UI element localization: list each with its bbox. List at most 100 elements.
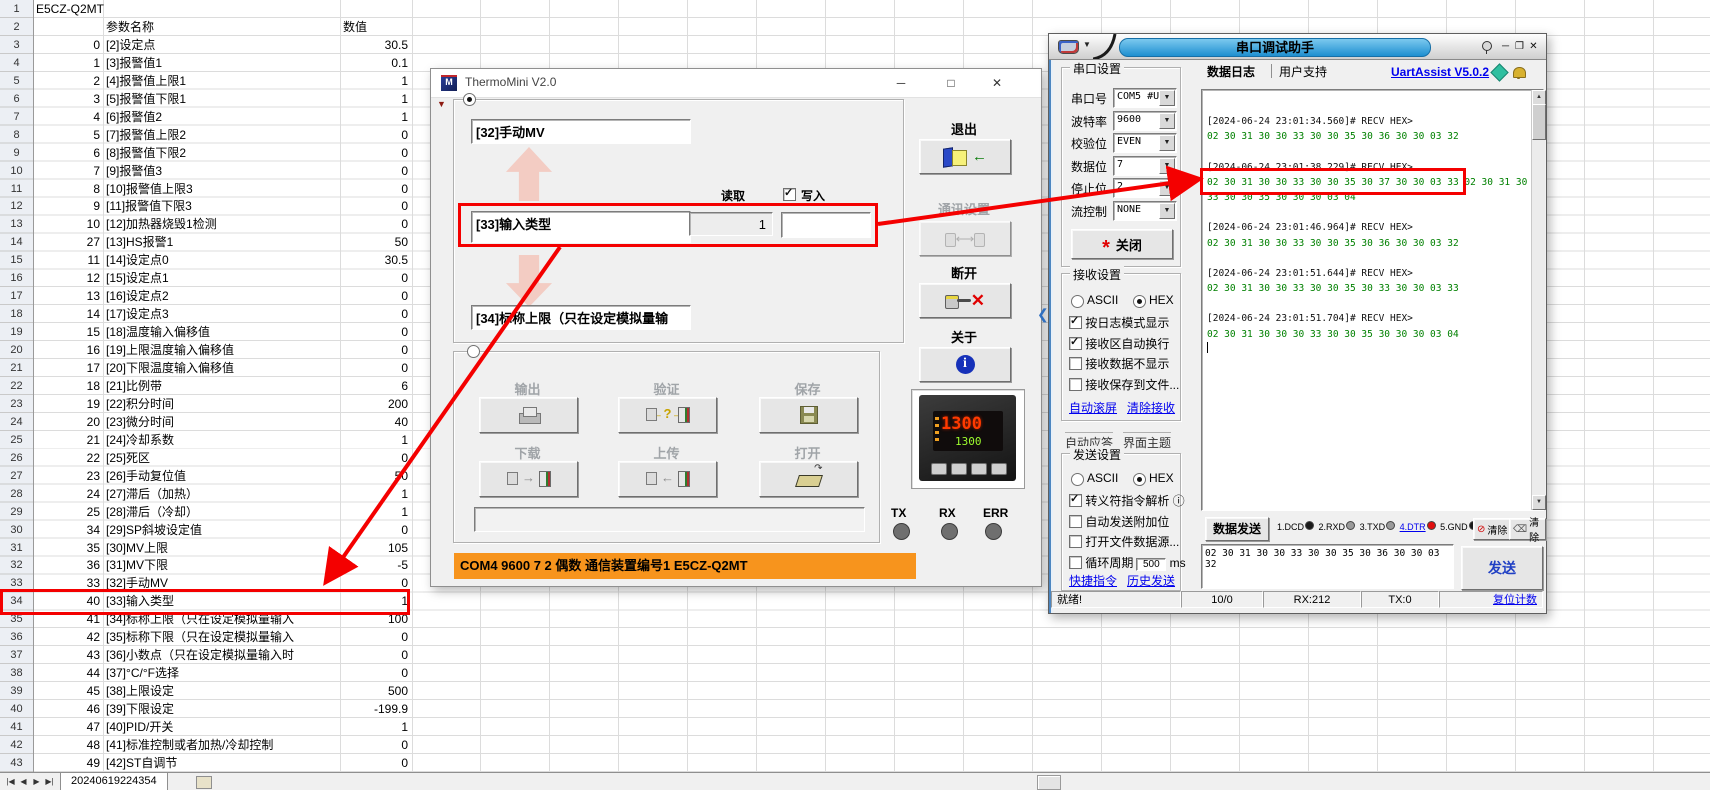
- row-number[interactable]: 24: [0, 413, 33, 431]
- cell-param-value[interactable]: 30.5: [304, 251, 408, 269]
- row-number[interactable]: 34: [0, 592, 33, 610]
- cell-param-value[interactable]: 0: [304, 664, 408, 682]
- cell-param-value[interactable]: 1: [304, 718, 408, 736]
- sheet-nav-icon[interactable]: ▶: [30, 773, 43, 790]
- serial-setting-dropdown[interactable]: 9600▼: [1113, 111, 1177, 131]
- send-data-input[interactable]: 02 30 31 30 30 33 30 30 35 30 36 30 30 0…: [1201, 544, 1454, 589]
- cell-param-index[interactable]: 4: [34, 108, 100, 126]
- close-button[interactable]: ✕: [1527, 39, 1540, 54]
- side-button-about[interactable]: i: [919, 347, 1011, 382]
- cell-param-index[interactable]: 25: [34, 503, 100, 521]
- row-number[interactable]: 8: [0, 126, 33, 144]
- scroll-up-icon[interactable]: ▲: [1532, 90, 1546, 105]
- side-button-comm-settings[interactable]: ⟷: [919, 221, 1011, 256]
- row-number[interactable]: 25: [0, 431, 33, 449]
- row-number[interactable]: 21: [0, 359, 33, 377]
- cell-param-index[interactable]: 42: [34, 628, 100, 646]
- column-header-value[interactable]: 数值: [343, 18, 367, 36]
- cell-param-value[interactable]: 1: [304, 108, 408, 126]
- cell-param-index[interactable]: 22: [34, 449, 100, 467]
- checkbox-unchecked[interactable]: [1069, 357, 1082, 370]
- cell-param-index[interactable]: 0: [34, 36, 100, 54]
- cell-param-index[interactable]: 27: [34, 233, 100, 251]
- cell-param-value[interactable]: 0: [304, 736, 408, 754]
- radio-ascii[interactable]: [1071, 473, 1084, 486]
- cell-param-value[interactable]: 0: [304, 269, 408, 287]
- cell-param-value[interactable]: -5: [304, 556, 408, 574]
- row-number[interactable]: 27: [0, 467, 33, 485]
- cell-param-value[interactable]: 0: [304, 359, 408, 377]
- cell-param-index[interactable]: 15: [34, 323, 100, 341]
- row-number[interactable]: 42: [0, 736, 33, 754]
- row-number[interactable]: 41: [0, 718, 33, 736]
- close-port-button[interactable]: * 关闭: [1071, 229, 1173, 259]
- cell-param-index[interactable]: 47: [34, 718, 100, 736]
- cell-param-index[interactable]: 36: [34, 556, 100, 574]
- read-value-field[interactable]: 1: [689, 212, 773, 236]
- cell-param-index[interactable]: 45: [34, 682, 100, 700]
- cell-param-value[interactable]: 0: [304, 215, 408, 233]
- cell-param-value[interactable]: 40: [304, 413, 408, 431]
- serial-setting-dropdown[interactable]: COM5 #USB▼: [1113, 88, 1177, 108]
- link-0[interactable]: 自动滚屏: [1069, 399, 1117, 416]
- minimize-button[interactable]: ─: [1499, 39, 1512, 54]
- radio-hex[interactable]: [1133, 295, 1146, 308]
- cell-param-index[interactable]: 6: [34, 144, 100, 162]
- scrollbar-thumb[interactable]: [1532, 104, 1546, 140]
- cell-param-index[interactable]: 23: [34, 467, 100, 485]
- cell-param-value[interactable]: 0: [304, 341, 408, 359]
- maximize-button[interactable]: ❐: [1513, 39, 1526, 54]
- row-number[interactable]: 10: [0, 162, 33, 180]
- cell-param-value[interactable]: 6: [304, 377, 408, 395]
- info-icon[interactable]: ⓘ: [1169, 494, 1184, 508]
- link-1[interactable]: 清除接收: [1127, 399, 1175, 416]
- cell-param-index[interactable]: 20: [34, 413, 100, 431]
- collapse-chevron-icon[interactable]: ❮: [1037, 306, 1049, 323]
- sheet-nav-icon[interactable]: ◀: [17, 773, 30, 790]
- cell-param-value[interactable]: 0: [304, 574, 408, 592]
- minimize-button[interactable]: ─: [884, 73, 918, 93]
- cell-param-index[interactable]: 24: [34, 485, 100, 503]
- sheet-tab[interactable]: 20240619224354: [60, 773, 168, 790]
- cell-param-index[interactable]: 48: [34, 736, 100, 754]
- link-0[interactable]: 快捷指令: [1069, 572, 1117, 589]
- cell-param-value[interactable]: 0: [304, 144, 408, 162]
- row-number[interactable]: 2: [0, 18, 33, 36]
- cell-param-value[interactable]: 0: [304, 323, 408, 341]
- action-button-download[interactable]: →: [479, 461, 578, 497]
- cell-param-value[interactable]: 0: [304, 521, 408, 539]
- chevron-down-icon[interactable]: ▼: [1159, 135, 1175, 151]
- row-number[interactable]: 15: [0, 251, 33, 269]
- sheet-nav-buttons[interactable]: |◀◀▶▶|: [4, 773, 56, 790]
- scroll-down-icon[interactable]: ▼: [1532, 495, 1546, 510]
- cell-param-value[interactable]: 0: [304, 754, 408, 772]
- radio-hex[interactable]: [1133, 473, 1146, 486]
- gem-icon[interactable]: [1490, 63, 1508, 81]
- clear-button-1[interactable]: ⌫清除: [1509, 518, 1546, 540]
- row-number[interactable]: 13: [0, 215, 33, 233]
- row-number[interactable]: 16: [0, 269, 33, 287]
- cell-param-index[interactable]: 5: [34, 126, 100, 144]
- cell-param-index[interactable]: 44: [34, 664, 100, 682]
- checkbox-unchecked[interactable]: [1069, 556, 1082, 569]
- row-number[interactable]: 40: [0, 700, 33, 718]
- cell-param-index[interactable]: 41: [34, 610, 100, 628]
- checkbox-unchecked[interactable]: [1069, 535, 1082, 548]
- cell-param-index[interactable]: 7: [34, 162, 100, 180]
- row-number[interactable]: 20: [0, 341, 33, 359]
- cell-param-value[interactable]: 500: [304, 682, 408, 700]
- cell-param-value[interactable]: -199.9: [304, 700, 408, 718]
- row-number[interactable]: 12: [0, 197, 33, 215]
- cell-param-value[interactable]: 200: [304, 395, 408, 413]
- row-number[interactable]: 37: [0, 646, 33, 664]
- row-number[interactable]: 28: [0, 485, 33, 503]
- checkbox-checked[interactable]: [1069, 494, 1082, 507]
- param-field-34[interactable]: [34]标称上限（只在设定模拟量输: [471, 305, 691, 330]
- version-link[interactable]: UartAssist V5.0.2: [1391, 65, 1489, 79]
- cell-param-value[interactable]: 50: [304, 467, 408, 485]
- row-number[interactable]: 4: [0, 54, 33, 72]
- cell-param-value[interactable]: 100: [304, 610, 408, 628]
- cell-param-value[interactable]: 50: [304, 233, 408, 251]
- tab-data-log[interactable]: 数据日志: [1207, 63, 1255, 80]
- cell-param-index[interactable]: 35: [34, 539, 100, 557]
